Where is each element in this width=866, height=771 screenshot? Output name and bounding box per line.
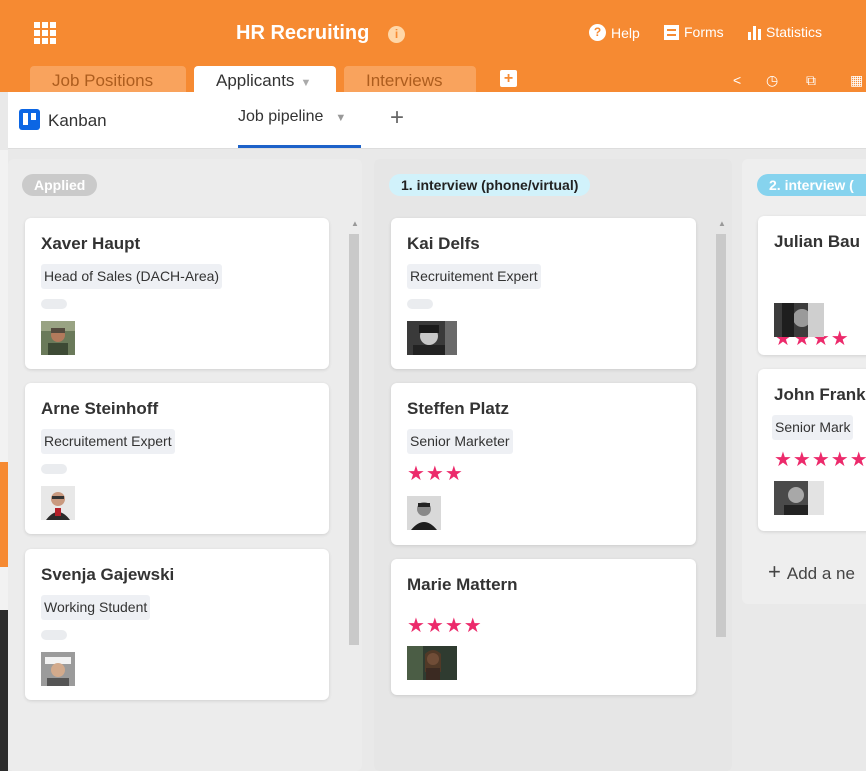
history-icon[interactable]: ◷ xyxy=(766,72,778,89)
tab-interviews[interactable]: Interviews xyxy=(344,66,476,92)
info-icon[interactable]: i xyxy=(388,26,405,43)
stage-badge: 2. interview ( xyxy=(757,174,866,196)
applicant-card[interactable]: Steffen Platz Senior Marketer ★★★ xyxy=(391,383,696,545)
apps-grid-icon[interactable] xyxy=(34,22,56,44)
applicant-card[interactable]: Svenja Gajewski Working Student xyxy=(25,549,329,700)
scroll-up-icon[interactable]: ▲ xyxy=(351,219,359,228)
applicant-card[interactable]: Marie Mattern ★★★★ xyxy=(391,559,696,695)
applicant-card[interactable]: John Frank Senior Mark ★★★★★ xyxy=(758,369,866,531)
applicant-name: Marie Mattern xyxy=(407,575,518,594)
star-rating[interactable]: ★★★★ xyxy=(407,613,483,638)
chevron-down-icon[interactable]: ▼ xyxy=(300,77,311,89)
position-tag: Senior Mark xyxy=(772,415,854,440)
tab-job-positions[interactable]: Job Positions xyxy=(30,66,186,92)
star-rating[interactable]: ★★★★★ xyxy=(774,447,866,472)
view-type-label: Kanban xyxy=(48,111,107,130)
help-link[interactable]: ? Help xyxy=(589,24,640,41)
statistics-icon xyxy=(748,24,761,40)
avatar xyxy=(407,321,457,355)
stage-badge: 1. interview (phone/virtual) xyxy=(389,174,591,196)
active-view-indicator xyxy=(238,145,361,148)
scrollbar[interactable] xyxy=(716,234,726,637)
applicant-card[interactable]: Kai Delfs Recruitement Expert xyxy=(391,218,696,369)
position-tag: Recruitement Expert xyxy=(41,429,175,454)
stage-badge: Applied xyxy=(22,174,98,196)
avatar xyxy=(41,486,75,520)
forms-icon xyxy=(664,24,679,40)
statistics-label: Statistics xyxy=(766,24,823,40)
rating-placeholder xyxy=(41,464,67,474)
view-tab-job-pipeline[interactable]: Job pipeline ▼ xyxy=(238,108,346,126)
applicant-name: Xaver Haupt xyxy=(41,234,141,253)
chevron-down-icon[interactable]: ▼ xyxy=(335,112,346,124)
background-window-edge xyxy=(0,610,8,771)
add-table-icon[interactable]: + xyxy=(500,70,517,87)
help-label: Help xyxy=(611,24,640,41)
forms-label: Forms xyxy=(684,24,724,40)
kanban-icon xyxy=(19,109,40,130)
position-tag: Head of Sales (DACH-Area) xyxy=(41,264,223,289)
applicant-card[interactable]: Julian Bau ★★★★ xyxy=(758,216,866,355)
statistics-link[interactable]: Statistics xyxy=(748,24,822,40)
avatar xyxy=(774,303,824,337)
kanban-column-interview-1: 1. interview (phone/virtual) Kai Delfs R… xyxy=(374,159,732,771)
star-rating[interactable]: ★★★ xyxy=(407,461,464,486)
tab-label: Job Positions xyxy=(52,71,154,90)
more-icon[interactable]: ▦ xyxy=(850,72,863,89)
position-tag: Working Student xyxy=(41,595,151,620)
applicant-name: Arne Steinhoff xyxy=(41,399,159,418)
kanban-column-applied: Applied Xaver Haupt Head of Sales (DACH-… xyxy=(8,159,362,771)
rating-placeholder xyxy=(407,299,433,309)
add-card-label: Add a ne xyxy=(786,564,855,583)
forms-link[interactable]: Forms xyxy=(664,24,724,40)
code-icon[interactable]: ⧉ xyxy=(806,72,816,89)
plus-icon: + xyxy=(768,559,781,584)
rating-placeholder xyxy=(41,299,67,309)
app-header: HR Recruiting i ? Help Forms Statistics … xyxy=(0,0,866,92)
avatar xyxy=(41,652,75,686)
share-icon[interactable]: < xyxy=(733,72,741,88)
position-tag: Senior Marketer xyxy=(407,429,513,454)
avatar xyxy=(407,646,457,680)
applicant-card[interactable]: Xaver Haupt Head of Sales (DACH-Area) xyxy=(25,218,329,369)
rating-placeholder xyxy=(41,630,67,640)
applicant-card[interactable]: Arne Steinhoff Recruitement Expert xyxy=(25,383,329,534)
tab-label: Interviews xyxy=(366,71,443,90)
view-bar: Kanban Job pipeline ▼ + xyxy=(8,92,866,149)
scroll-up-icon[interactable]: ▲ xyxy=(718,219,726,228)
avatar xyxy=(774,481,824,515)
base-title[interactable]: HR Recruiting xyxy=(236,22,369,45)
applicant-name: Kai Delfs xyxy=(407,234,480,253)
position-tag: Recruitement Expert xyxy=(407,264,541,289)
tab-applicants[interactable]: Applicants ▼ xyxy=(194,66,336,92)
avatar xyxy=(407,496,441,530)
kanban-column-interview-2: 2. interview ( Julian Bau ★★★★ John Fran… xyxy=(742,159,866,604)
add-card-button[interactable]: + Add a ne xyxy=(768,559,855,585)
tab-label: Applicants xyxy=(216,71,295,90)
applicant-name: Svenja Gajewski xyxy=(41,565,175,584)
applicant-name: Julian Bau xyxy=(774,232,860,251)
view-tab-label: Job pipeline xyxy=(238,108,324,125)
applicant-name: John Frank xyxy=(774,385,866,404)
avatar xyxy=(41,321,75,355)
background-window-edge xyxy=(0,462,8,567)
add-view-button[interactable]: + xyxy=(390,104,404,132)
scrollbar[interactable] xyxy=(349,234,359,645)
help-icon: ? xyxy=(589,24,606,41)
applicant-name: Steffen Platz xyxy=(407,399,510,418)
